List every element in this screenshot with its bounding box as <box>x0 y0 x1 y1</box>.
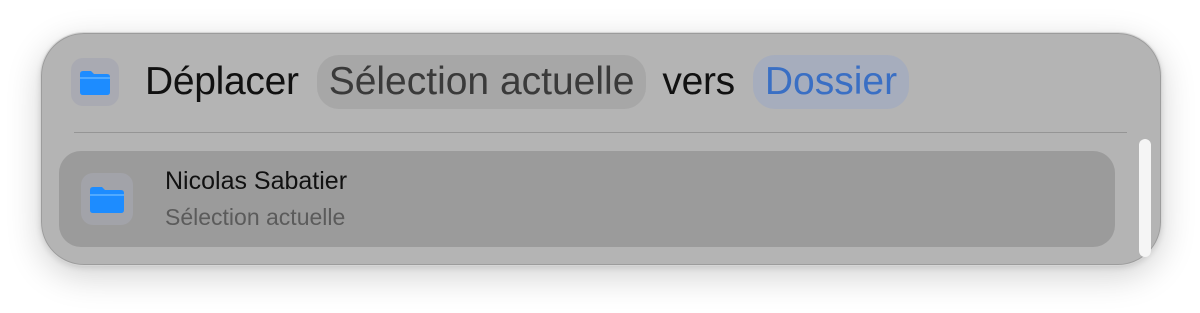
destination-folder-token[interactable]: Dossier <box>752 55 910 109</box>
selection-token[interactable]: Sélection actuelle <box>316 55 647 109</box>
action-verb: Déplacer <box>145 60 299 103</box>
folder-icon <box>90 187 124 213</box>
row-folder-icon-tile <box>81 173 133 225</box>
connector-word: vers <box>662 60 735 103</box>
scrollbar[interactable] <box>1139 139 1151 257</box>
action-header: Déplacer Sélection actuelle vers Dossier <box>71 55 910 109</box>
list-item[interactable]: Nicolas Sabatier Sélection actuelle <box>59 151 1115 247</box>
folder-icon <box>80 71 110 95</box>
header-divider <box>74 132 1127 133</box>
list-item-subtitle: Sélection actuelle <box>165 204 346 230</box>
folder-app-icon <box>71 58 119 106</box>
move-action-panel: Déplacer Sélection actuelle vers Dossier… <box>40 32 1162 266</box>
list-item-title: Nicolas Sabatier <box>165 167 348 195</box>
